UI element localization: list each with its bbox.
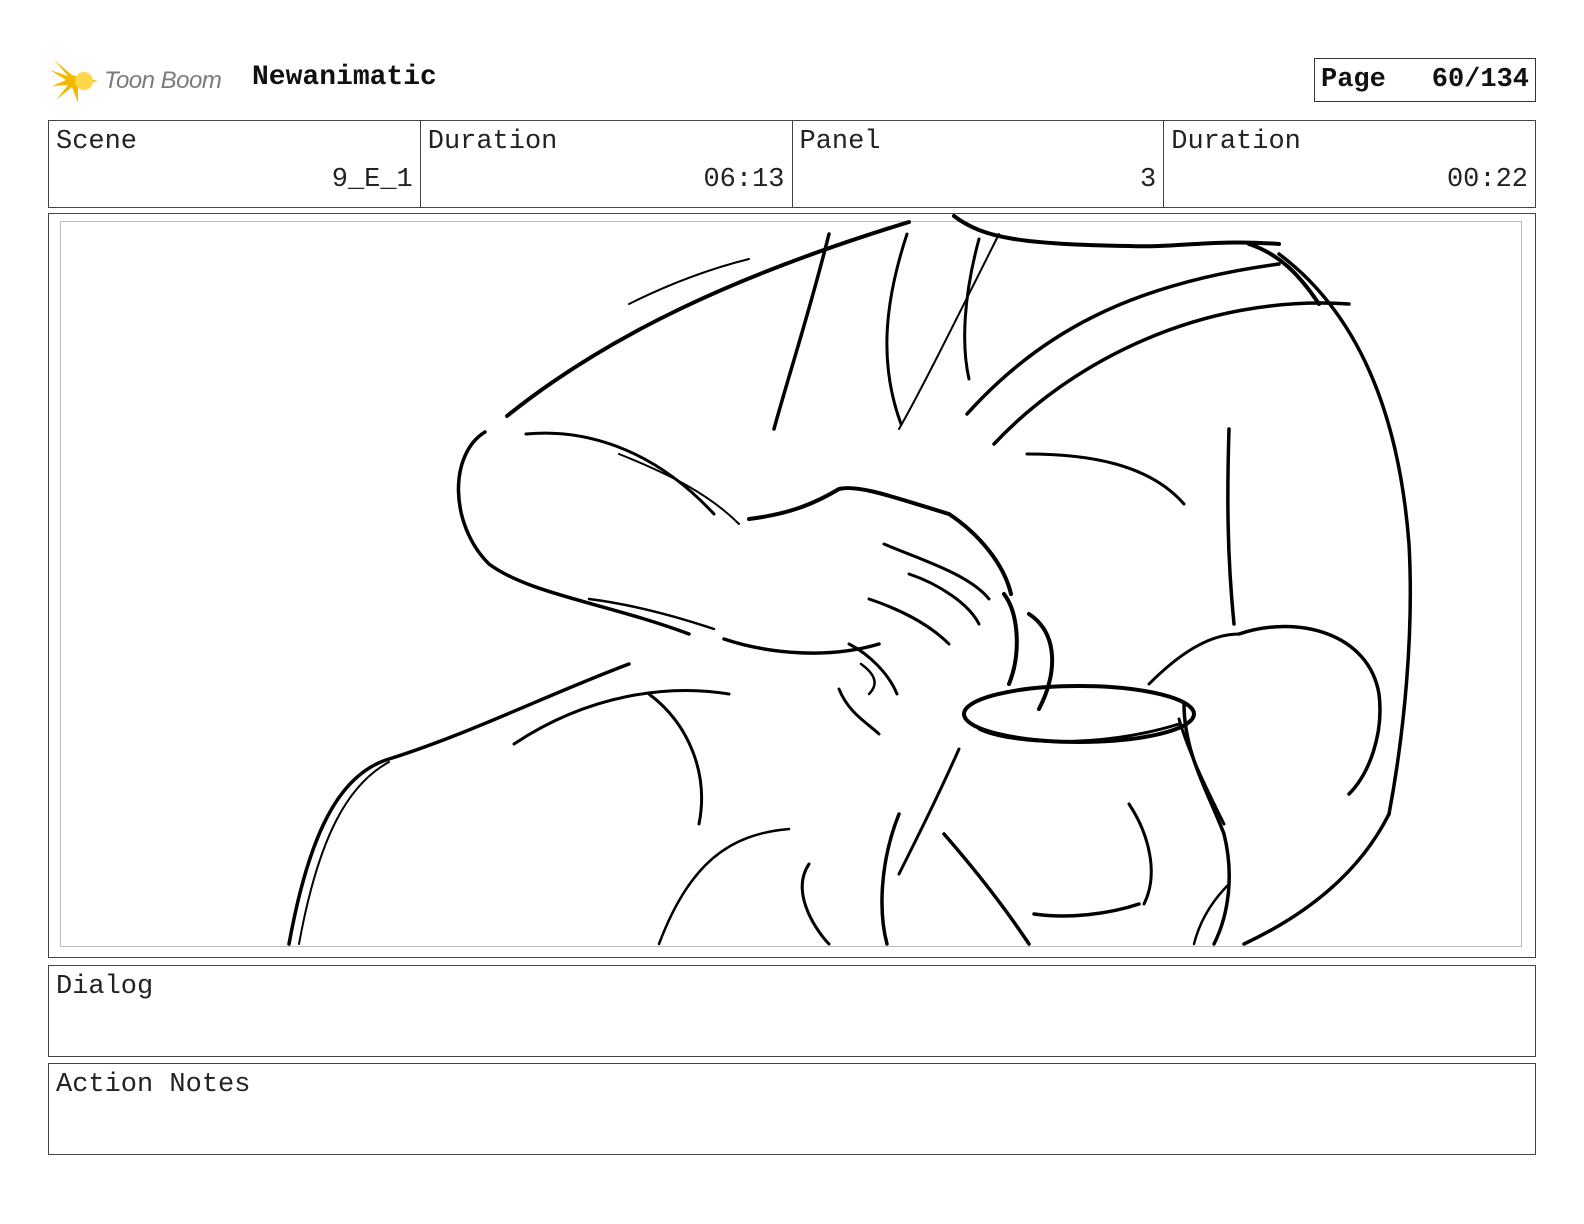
logo-text: Toon Boom (104, 67, 222, 94)
page-indicator: Page 60/134 (1314, 58, 1536, 102)
panel-duration-value: 00:22 (1446, 165, 1528, 195)
dialog-box[interactable]: Dialog (48, 965, 1536, 1057)
action-notes-box[interactable]: Action Notes (48, 1063, 1536, 1155)
starburst-icon (50, 60, 98, 103)
panel-cell: Panel 3 (793, 121, 1165, 207)
panel-info-row: Scene 9_E_1 Duration 06:13 Panel 3 Durat… (48, 120, 1536, 208)
scene-duration-label: Duration (427, 127, 558, 157)
dialog-label: Dialog (56, 972, 154, 1002)
scene-label: Scene (56, 127, 138, 157)
page-label: Page (1321, 65, 1386, 95)
scene-duration-value: 06:13 (703, 165, 785, 195)
project-title: Newanimatic (252, 62, 437, 93)
scene-cell: Scene 9_E_1 (49, 121, 421, 207)
scene-value: 9_E_1 (331, 165, 413, 195)
panel-duration-cell: Duration 00:22 (1164, 121, 1535, 207)
storyboard-header: Toon Boom Newanimatic Page 60/134 (50, 52, 1536, 110)
toon-boom-logo: Toon Boom (50, 56, 222, 106)
panel-duration-label: Duration (1171, 127, 1301, 157)
panel-value: 3 (1140, 165, 1157, 195)
panel-label: Panel (799, 127, 881, 157)
storyboard-panel (48, 213, 1536, 958)
rough-sketch-drawing (287, 214, 1413, 946)
scene-duration-cell: Duration 06:13 (421, 121, 793, 207)
action-notes-label: Action Notes (56, 1070, 251, 1100)
page-number: 60/134 (1431, 65, 1529, 95)
